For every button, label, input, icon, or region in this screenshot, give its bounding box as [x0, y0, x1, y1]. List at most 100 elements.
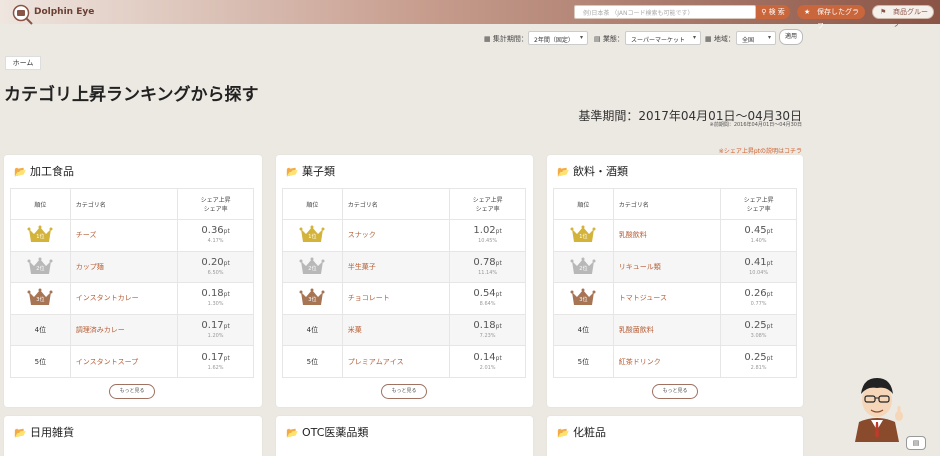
- category-name-link[interactable]: プレミアムアイス: [342, 345, 451, 378]
- apply-button[interactable]: 適用: [779, 29, 803, 45]
- search-input[interactable]: 例)日本茶 （JANコード検索も可能です）: [574, 5, 756, 19]
- industry-select[interactable]: スーパーマーケット ▾: [625, 31, 701, 45]
- category-name-link[interactable]: チーズ: [70, 219, 179, 252]
- search-icon: ⚲: [761, 8, 767, 16]
- search-button-label: 検 索: [768, 8, 785, 16]
- rank-cell: 5位: [282, 345, 343, 378]
- share-cell: 0.25pt 3.08%: [720, 314, 797, 347]
- period-select[interactable]: 2年間（固定） ▾: [528, 31, 588, 45]
- category-name-link[interactable]: トマトジュース: [613, 282, 722, 315]
- logo-icon[interactable]: [12, 3, 36, 27]
- rank-label: 5位: [306, 357, 319, 366]
- table-row[interactable]: 4位 米菓 0.18pt 7.23%: [282, 314, 526, 347]
- rank-label: 4位: [577, 326, 590, 335]
- breadcrumb-home[interactable]: ホーム: [5, 56, 41, 70]
- share-cell: 0.18pt 7.23%: [449, 314, 526, 347]
- table-row[interactable]: 2位 半生菓子 0.78pt 11.14%: [282, 251, 526, 284]
- crown-icon: 1位: [27, 225, 53, 243]
- see-more-button[interactable]: もっと見る: [652, 384, 698, 399]
- share-cell: 0.26pt 0.77%: [720, 282, 797, 315]
- product-group-button[interactable]: ⚑ 商品グループ: [872, 5, 934, 28]
- card-title: 📂 日用雑貨: [14, 424, 74, 440]
- share-rate: 1.20%: [207, 333, 224, 340]
- category-name-link[interactable]: 紅茶ドリンク: [613, 345, 722, 378]
- table-row[interactable]: 5位 プレミアムアイス 0.14pt 2.01%: [282, 345, 526, 378]
- share-cell: 0.25pt 2.81%: [720, 345, 797, 378]
- category-name-link[interactable]: 米菓: [342, 314, 451, 347]
- table-row[interactable]: 1位 スナック 1.02pt 10.45%: [282, 219, 526, 252]
- share-increase: 0.45pt: [721, 225, 796, 237]
- share-cell: 0.54pt 8.64%: [449, 282, 526, 315]
- search-button[interactable]: ⚲ 検 索: [756, 5, 790, 19]
- share-increase-value: 0.18: [473, 320, 496, 332]
- rank-cell: 4位: [10, 314, 71, 347]
- rank-label: 4位: [34, 326, 47, 335]
- previous-period: ※前期間：2016年04月01日～04月30日: [709, 122, 802, 128]
- rank-label: 3位: [36, 297, 45, 304]
- table-header-row: 順位 カテゴリ名 シェア上昇 シェア率: [553, 188, 797, 220]
- table-row[interactable]: 2位 カップ麺 0.20pt 6.50%: [10, 251, 254, 284]
- share-increase-unit: pt: [223, 291, 230, 299]
- share-cell: 0.17pt 1.62%: [177, 345, 254, 378]
- category-name-link[interactable]: インスタントスープ: [70, 345, 179, 378]
- category-name-link[interactable]: カップ麺: [70, 251, 179, 284]
- category-name-link[interactable]: チョコレート: [342, 282, 451, 315]
- category-name-link[interactable]: スナック: [342, 219, 451, 252]
- category-name-link[interactable]: 半生菓子: [342, 251, 451, 284]
- window-toggle-button[interactable]: ▤: [906, 436, 926, 450]
- table-header-row: 順位 カテゴリ名 シェア上昇 シェア率: [10, 188, 254, 220]
- rank-header: 順位: [10, 188, 71, 220]
- see-more-button[interactable]: もっと見る: [109, 384, 155, 399]
- table-row[interactable]: 5位 紅茶ドリンク 0.25pt 2.81%: [553, 345, 797, 378]
- category-name-link[interactable]: 調理済みカレー: [70, 314, 179, 347]
- category-name-link[interactable]: 乳酸飲料: [613, 219, 722, 252]
- rank-cell: 5位: [553, 345, 614, 378]
- period-filter-label: ▦ 集計期間：: [484, 34, 528, 44]
- table-row[interactable]: 4位 調理済みカレー 0.17pt 1.20%: [10, 314, 254, 347]
- rank-cell: 3位: [282, 282, 343, 315]
- rank-label: 2位: [36, 265, 45, 272]
- saved-graph-button[interactable]: ★ 保存したグラフ: [797, 5, 865, 30]
- mascot-character[interactable]: [849, 372, 905, 442]
- table-row[interactable]: 3位 チョコレート 0.54pt 8.64%: [282, 282, 526, 315]
- share-rate: 10.04%: [749, 269, 769, 276]
- category-name-link[interactable]: インスタントカレー: [70, 282, 179, 315]
- logo-text: Dolphin Eye: [34, 7, 95, 17]
- share-header-top: シェア上昇: [200, 197, 231, 204]
- rank-label: 4位: [306, 326, 319, 335]
- share-increase: 0.54pt: [450, 288, 525, 300]
- share-header: シェア上昇 シェア率: [177, 188, 254, 220]
- name-header: カテゴリ名: [70, 188, 179, 220]
- share-cell: 0.20pt 6.50%: [177, 251, 254, 284]
- share-rate: 0.77%: [750, 301, 767, 308]
- table-row[interactable]: 1位 チーズ 0.36pt 4.17%: [10, 219, 254, 252]
- see-more-button[interactable]: もっと見る: [381, 384, 427, 399]
- share-increase-value: 0.26: [744, 288, 767, 300]
- ranking-table: 順位 カテゴリ名 シェア上昇 シェア率 1位 スナック 1.02pt 10.45%…: [282, 188, 526, 378]
- folder-open-icon: 📂: [286, 428, 299, 439]
- table-row[interactable]: 5位 インスタントスープ 0.17pt 1.62%: [10, 345, 254, 378]
- rank-label: 5位: [577, 357, 590, 366]
- category-name-link[interactable]: 乳酸菌飲料: [613, 314, 722, 347]
- share-cell: 0.14pt 2.01%: [449, 345, 526, 378]
- crown-icon: 3位: [570, 288, 596, 306]
- share-increase-unit: pt: [495, 228, 502, 236]
- folder-open-icon: 📂: [14, 167, 27, 178]
- rank-cell: 1位: [282, 219, 343, 252]
- table-row[interactable]: 3位 インスタントカレー 0.18pt 1.30%: [10, 282, 254, 315]
- table-row[interactable]: 4位 乳酸菌飲料 0.25pt 3.08%: [553, 314, 797, 347]
- share-increase-unit: pt: [223, 259, 230, 267]
- tag-icon: ⚑: [880, 8, 887, 16]
- region-select[interactable]: 全国 ▾: [736, 31, 776, 45]
- page-title: カテゴリ上昇ランキングから探す: [4, 85, 259, 105]
- table-row[interactable]: 1位 乳酸飲料 0.45pt 1.40%: [553, 219, 797, 252]
- table-row[interactable]: 2位 リキュール類 0.41pt 10.04%: [553, 251, 797, 284]
- share-explanation-link[interactable]: ※シェア上昇ptの説明はコチラ: [719, 146, 802, 155]
- share-increase: 0.17pt: [178, 320, 253, 332]
- share-rate: 1.62%: [207, 364, 224, 371]
- table-row[interactable]: 3位 トマトジュース 0.26pt 0.77%: [553, 282, 797, 315]
- category-card-cosmetics: 📂 化粧品: [547, 416, 803, 456]
- category-name-link[interactable]: リキュール類: [613, 251, 722, 284]
- product-group-label: 商品グループ: [893, 8, 928, 28]
- share-increase-unit: pt: [495, 259, 502, 267]
